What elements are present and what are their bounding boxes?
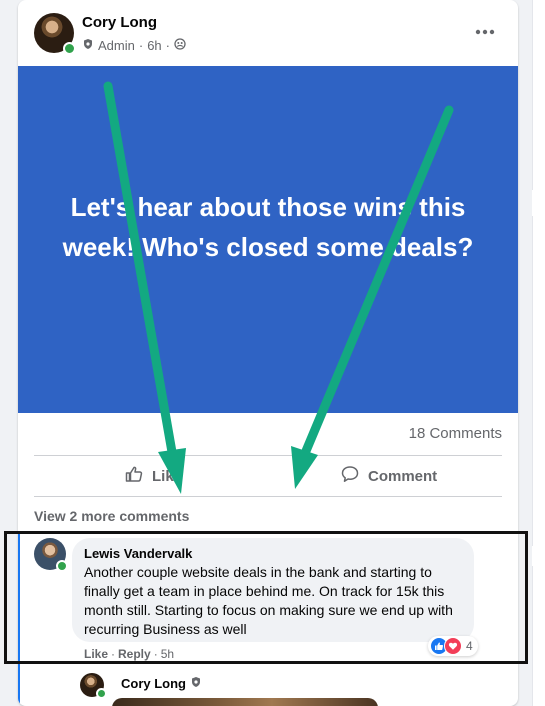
members-audience-icon[interactable] bbox=[174, 38, 186, 53]
annotation-highlight-box bbox=[4, 531, 528, 664]
like-label: Like bbox=[152, 467, 183, 485]
post-meta: Admin · 6h · bbox=[82, 38, 186, 53]
reply-author-name[interactable]: Cory Long bbox=[121, 676, 186, 691]
comments-count[interactable]: 18 Comments bbox=[409, 425, 502, 442]
reply-author[interactable]: Cory Long bbox=[121, 676, 202, 691]
author-name[interactable]: Cory Long bbox=[82, 14, 157, 31]
like-button[interactable]: Like bbox=[124, 465, 182, 487]
adjacent-panel bbox=[532, 0, 545, 706]
actions-bottom-divider bbox=[34, 496, 502, 497]
comment-bubble-icon bbox=[340, 464, 360, 488]
banner-text: Let's hear about those wins this week! W… bbox=[62, 191, 474, 262]
actions-top-divider bbox=[34, 455, 502, 456]
meta-separator: · bbox=[138, 38, 144, 53]
comment-label: Comment bbox=[368, 467, 438, 485]
online-status-dot bbox=[63, 42, 76, 55]
admin-shield-icon bbox=[190, 676, 202, 691]
more-options-button[interactable] bbox=[470, 20, 500, 44]
adjacent-panel-middle bbox=[532, 216, 545, 546]
thumbs-up-icon bbox=[124, 464, 144, 488]
post-time[interactable]: 6h bbox=[147, 38, 161, 53]
reply-online-dot bbox=[96, 688, 107, 699]
meta-separator: · bbox=[165, 38, 171, 53]
comment-button[interactable]: Comment bbox=[340, 465, 437, 487]
view-more-comments-link[interactable]: View 2 more comments bbox=[34, 508, 189, 524]
post-banner: Let's hear about those wins this week! W… bbox=[18, 66, 518, 413]
role-label: Admin bbox=[98, 38, 135, 53]
reply-image-preview[interactable] bbox=[112, 698, 378, 706]
adjacent-panel-bottom bbox=[532, 566, 545, 706]
adjacent-panel-top bbox=[532, 0, 545, 190]
more-horizontal-icon bbox=[475, 29, 495, 35]
admin-shield-icon bbox=[82, 38, 94, 53]
